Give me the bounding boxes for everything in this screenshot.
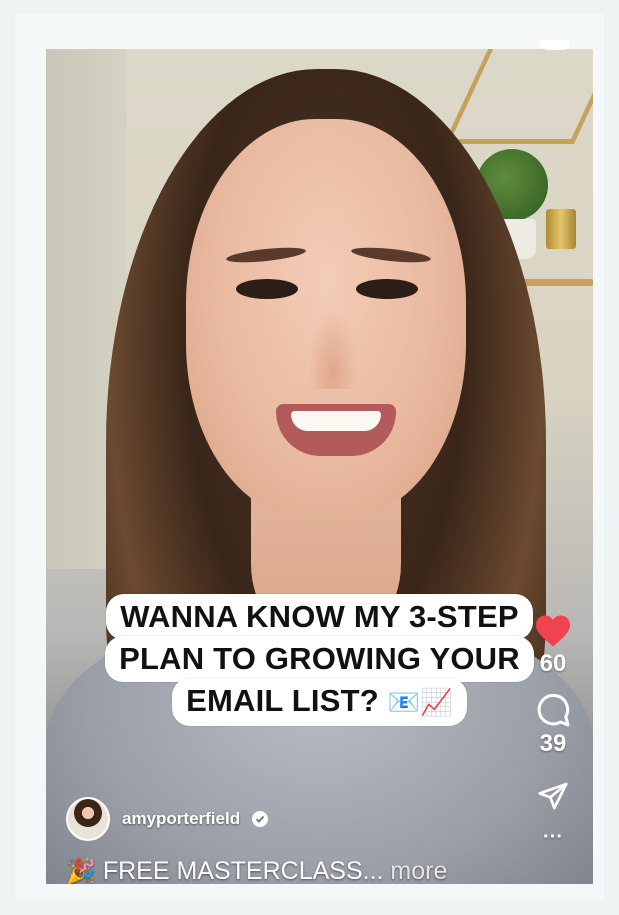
share-button[interactable]: [536, 780, 570, 812]
heart-icon: [536, 615, 570, 647]
post-description[interactable]: 🎉 FREE MASTERCLASS... more: [66, 857, 447, 884]
description-text: FREE MASTERCLASS...: [102, 857, 384, 884]
likes-count: 60: [539, 650, 567, 677]
reel-video[interactable]: WANNA KNOW MY 3-STEP PLAN TO GROWING YOU…: [46, 49, 593, 884]
more-link[interactable]: more: [390, 857, 447, 884]
person-eye-left: [236, 279, 298, 299]
caption-line-1: WANNA KNOW MY 3-STEP: [106, 594, 533, 640]
video-caption: WANNA KNOW MY 3-STEP PLAN TO GROWING YOU…: [46, 594, 593, 726]
more-dots-icon: ···: [543, 826, 563, 848]
caption-line-3-text: EMAIL LIST?: [186, 683, 388, 718]
comment-bubble-icon: [537, 693, 570, 727]
caption-line-2: PLAN TO GROWING YOUR: [105, 636, 534, 682]
background-shelf-frame: [443, 49, 593, 144]
more-button[interactable]: ···: [543, 826, 563, 849]
caption-emoji: 📧📈: [387, 688, 453, 718]
avatar[interactable]: [66, 797, 110, 841]
party-popper-icon: 🎉: [66, 858, 96, 884]
paper-plane-icon: [538, 782, 568, 810]
person-teeth: [291, 411, 381, 431]
caption-line-3: EMAIL LIST? 📧📈: [172, 678, 467, 726]
post-author[interactable]: amyporterfield: [66, 797, 269, 841]
person-nose: [308, 309, 358, 389]
comments-count: 39: [539, 730, 567, 757]
top-handle: [540, 40, 570, 50]
verified-badge-icon: [252, 811, 269, 827]
comment-button[interactable]: 39: [535, 692, 571, 758]
background-cup: [546, 209, 576, 249]
username[interactable]: amyporterfield: [122, 809, 240, 829]
action-rail: 60 39 ···: [529, 614, 577, 849]
like-button[interactable]: 60: [534, 614, 572, 678]
person-eye-right: [356, 279, 418, 299]
